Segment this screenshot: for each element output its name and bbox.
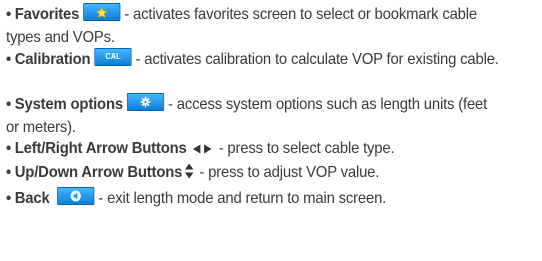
bullet: •	[6, 96, 12, 113]
button-descriptions-list: • Favorites - activates favorites screen …	[0, 0, 542, 261]
back-key-icon	[57, 187, 95, 205]
list-item-up-down-arrows: • Up/Down Arrow Buttons - press to adjust…	[6, 162, 499, 187]
system-options-label: System options	[14, 96, 123, 113]
back-description: - exit length mode and return to main sc…	[94, 190, 387, 207]
left-right-arrows-description: - press to select cable type.	[214, 140, 395, 157]
list-item-system-options: • System options - access system options …	[6, 93, 499, 139]
list-item-calibration: • Calibration CAL - activates calibration…	[6, 48, 499, 72]
bullet: •	[6, 140, 12, 157]
back-label: Back	[14, 190, 50, 207]
list-item-left-right-arrows: • Left/Right Arrow Buttons - press to sel…	[6, 138, 499, 163]
up-down-arrows-label: Up/Down Arrow Buttons	[14, 164, 183, 181]
cal-key-icon: CAL	[94, 48, 132, 66]
left-right-arrows-label: Left/Right Arrow Buttons	[14, 140, 187, 157]
calibration-description: - activates calibration to calculate VOP…	[131, 51, 499, 68]
cal-key-text: CAL	[105, 52, 121, 61]
favorites-label: Favorites	[14, 6, 80, 23]
bullet: •	[6, 164, 12, 181]
list-item-favorites: • Favorites - activates favorites screen …	[6, 3, 499, 49]
left-right-arrow-icon	[192, 140, 212, 163]
up-down-arrow-icon	[184, 163, 194, 187]
calibration-label: Calibration	[14, 51, 91, 68]
bullet: •	[6, 190, 12, 207]
list-item-back: • Back - exit length mode and return to m…	[6, 187, 499, 211]
bullet: •	[6, 6, 12, 23]
gear-key-icon	[126, 93, 165, 111]
bullet: •	[6, 51, 12, 68]
star-key-icon	[83, 3, 121, 21]
up-down-arrows-description: - press to adjust VOP value.	[195, 164, 380, 181]
